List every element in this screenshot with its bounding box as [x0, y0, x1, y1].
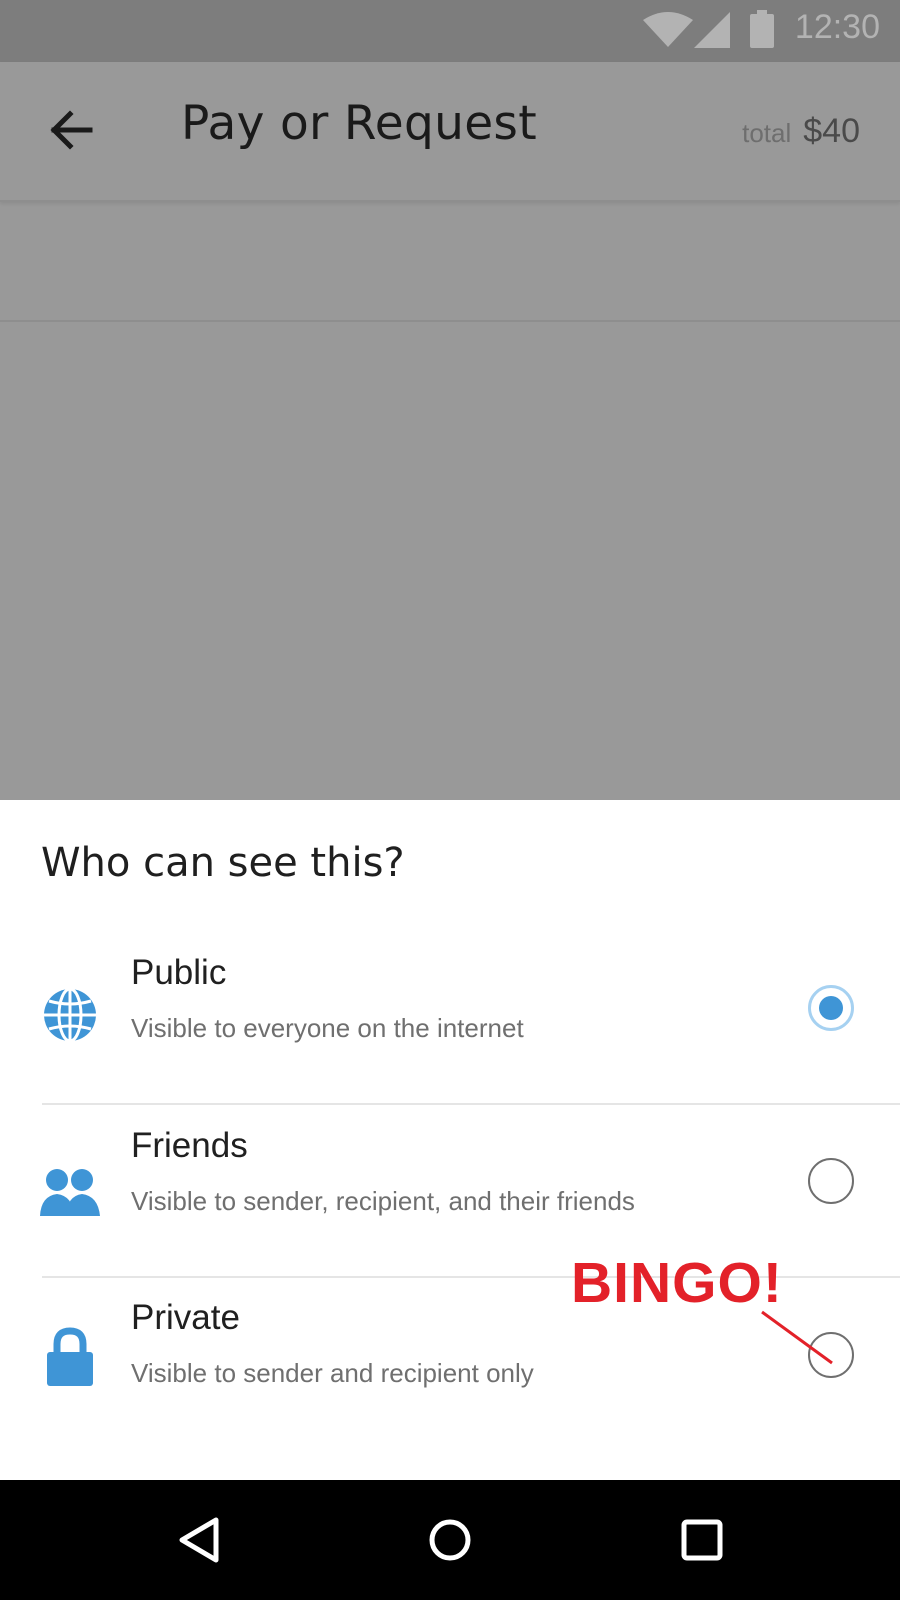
option-private-description: Visible to sender and recipient only	[131, 1358, 534, 1388]
lock-icon	[47, 1327, 93, 1386]
system-nav-bar	[0, 1480, 900, 1600]
arrow-left-icon[interactable]	[46, 106, 94, 154]
total-value: $40	[803, 112, 860, 150]
globe-icon	[44, 987, 96, 1043]
battery-icon	[750, 10, 774, 48]
page-title: Pay or Request	[181, 96, 537, 151]
home-circle-icon[interactable]	[420, 1510, 480, 1570]
total-amount: total $40	[742, 112, 860, 151]
status-time: 12:30	[794, 8, 880, 46]
divider	[42, 1103, 900, 1105]
back-triangle-icon[interactable]	[170, 1510, 230, 1570]
option-friends-label: Friends	[131, 1126, 248, 1165]
option-private-label: Private	[131, 1298, 240, 1337]
private-radio[interactable]	[808, 1332, 854, 1378]
content-divider	[0, 320, 900, 322]
public-radio-selected[interactable]	[808, 985, 854, 1031]
option-public-description: Visible to everyone on the internet	[131, 1013, 524, 1043]
option-public-label: Public	[131, 953, 227, 992]
app-bar: Pay or Request total $40	[0, 62, 900, 202]
status-bar: 12:30	[0, 0, 900, 62]
bingo-annotation: BINGO!	[571, 1251, 783, 1315]
visibility-bottom-sheet: Who can see this? Public Visible to ever…	[0, 800, 900, 1480]
wifi-icon	[643, 12, 693, 47]
option-public[interactable]: Public Visible to everyone on the intern…	[0, 935, 900, 1107]
option-friends-description: Visible to sender, recipient, and their …	[131, 1186, 635, 1216]
cell-signal-icon	[694, 12, 730, 48]
total-label: total	[742, 118, 792, 148]
friends-icon	[40, 1169, 100, 1216]
recents-square-icon[interactable]	[672, 1510, 732, 1570]
friends-radio[interactable]	[808, 1158, 854, 1204]
sheet-title: Who can see this?	[41, 840, 405, 886]
